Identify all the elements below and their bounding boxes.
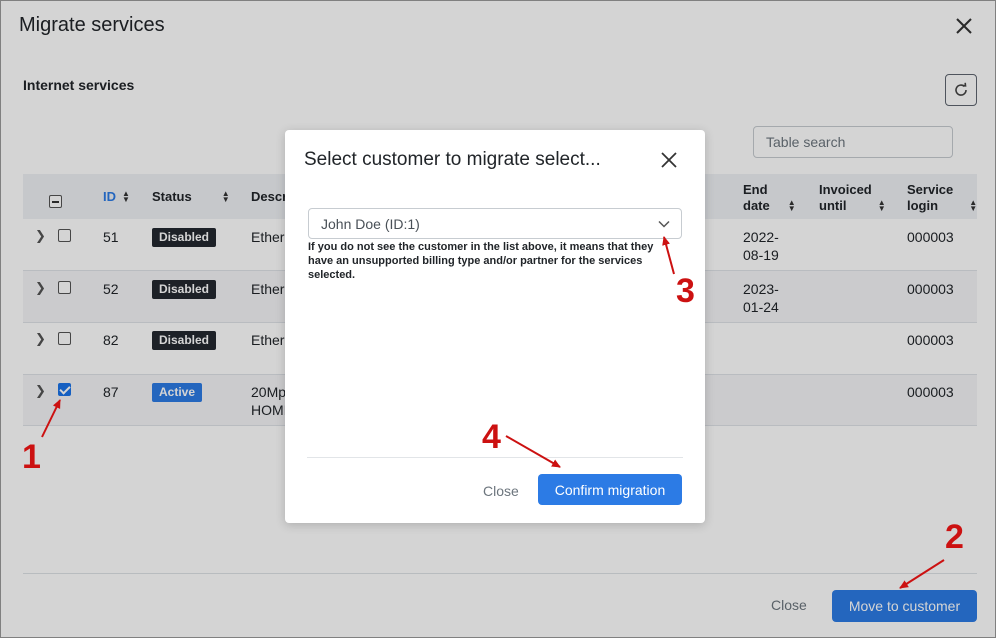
annotation-arrow-2 xyxy=(899,559,945,589)
annotation-number-2: 2 xyxy=(945,518,964,556)
annotation-number-3: 3 xyxy=(676,272,695,310)
annotation-number-1: 1 xyxy=(22,438,41,476)
annotation-arrow-4 xyxy=(505,435,561,468)
annotation-arrow-1 xyxy=(41,399,61,438)
annotation-arrows xyxy=(41,236,945,589)
annotation-number-4: 4 xyxy=(482,418,501,456)
annotation-arrow-3 xyxy=(662,236,675,275)
